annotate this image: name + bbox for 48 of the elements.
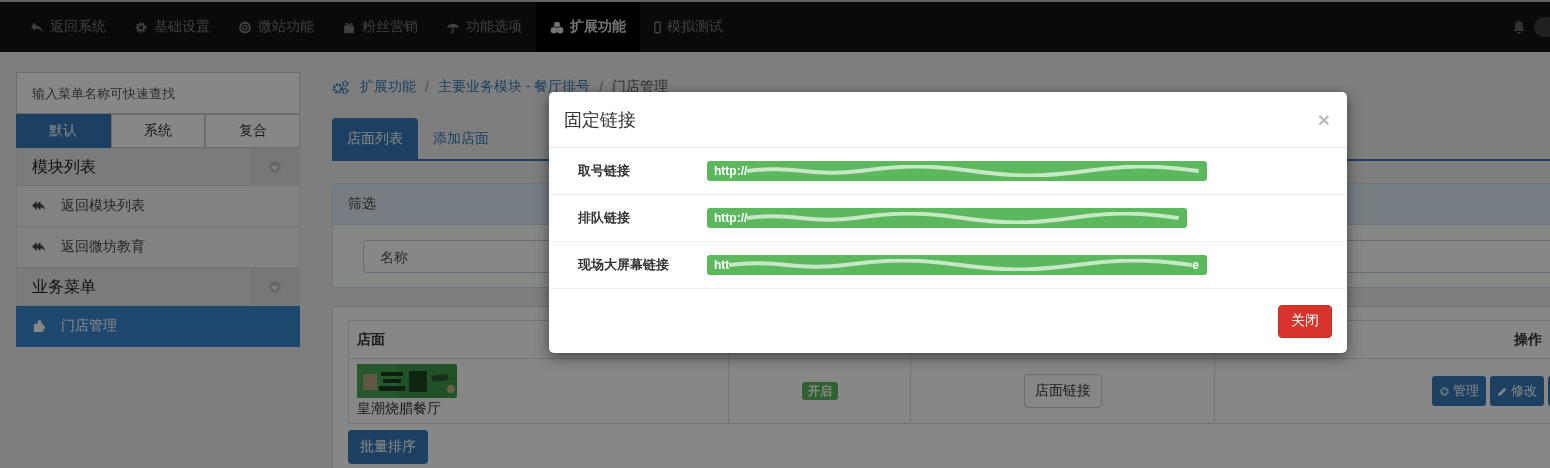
- sidebar-tab[interactable]: 默认: [16, 114, 111, 148]
- group-header[interactable]: 业务菜单: [16, 268, 300, 306]
- sidebar-item[interactable]: 门店管理: [16, 306, 300, 347]
- group-header[interactable]: 模块列表: [16, 148, 300, 186]
- breadcrumb-separator: /: [599, 79, 604, 95]
- sidebar-tab[interactable]: 复合: [205, 114, 300, 148]
- gear-icon: [1439, 385, 1450, 397]
- modal-title: 固定链接: [564, 108, 636, 132]
- sidebar-tab[interactable]: 系统: [110, 114, 206, 148]
- url-label: http://: [707, 208, 1187, 228]
- lifebuoy-icon: [238, 20, 252, 34]
- edit-button[interactable]: 修改: [1490, 376, 1544, 406]
- search-field[interactable]: 输入菜单名称可快速查找: [16, 72, 300, 114]
- nav-item[interactable]: 扩展功能: [536, 2, 640, 52]
- sidebar-item[interactable]: 返回模块列表: [16, 186, 300, 227]
- group-title: 模块列表: [31, 156, 97, 177]
- tab[interactable]: 店面列表: [332, 118, 418, 159]
- gear-icon: [134, 20, 148, 34]
- panel-title: 筛选: [348, 195, 376, 213]
- pencil-icon: [1497, 385, 1508, 397]
- close-button[interactable]: ×: [1315, 107, 1332, 132]
- tab[interactable]: 添加店面: [418, 118, 504, 159]
- gears-icon: [332, 79, 349, 95]
- reply-all-icon: [32, 240, 47, 254]
- breadcrumb-link[interactable]: 扩展功能: [360, 78, 416, 96]
- link-label: 现场大屏幕链接: [576, 256, 670, 274]
- group-title: 业务菜单: [31, 276, 97, 297]
- bell-icon[interactable]: [1512, 20, 1526, 34]
- manage-button[interactable]: 管理: [1432, 376, 1486, 406]
- chevron-down-icon: [269, 161, 281, 173]
- sidebar-item[interactable]: 返回微坊教育: [16, 227, 300, 268]
- store-link-button[interactable]: 店面链接: [1023, 374, 1102, 408]
- close-button[interactable]: 关闭: [1278, 304, 1332, 338]
- reply-icon: [30, 20, 44, 34]
- url-label: http://: [707, 161, 1207, 181]
- url-label: htt e: [707, 255, 1207, 275]
- gift-icon: [342, 20, 356, 34]
- chevron-down-icon: [269, 281, 281, 293]
- phone-icon: [654, 20, 661, 34]
- puzzle-icon: [32, 319, 47, 333]
- breadcrumb-separator: /: [425, 79, 429, 95]
- link-label: 取号链接: [577, 162, 631, 180]
- reply-all-icon: [32, 199, 47, 213]
- status-label: 开启: [801, 382, 838, 400]
- batch-sort-button[interactable]: 批量排序: [348, 430, 428, 464]
- cubes-icon: [550, 20, 564, 34]
- link-label: 排队链接: [577, 209, 631, 227]
- store-name: 皇潮烧腊餐厅: [357, 400, 442, 418]
